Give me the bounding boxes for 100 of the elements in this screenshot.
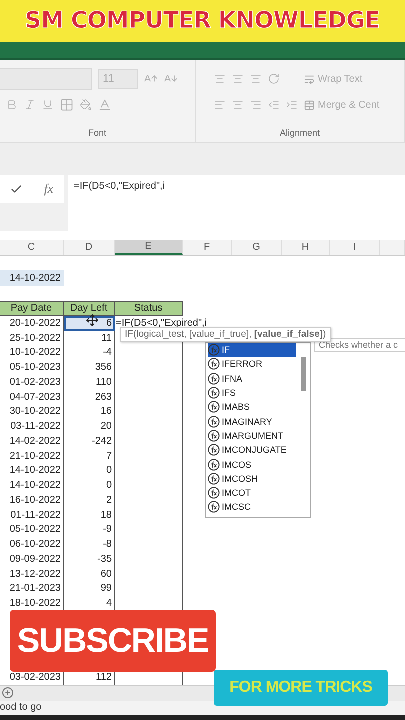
fill-color-icon[interactable] [80,99,92,111]
function-list-item[interactable]: IMCOS [208,457,296,472]
more-tricks-overlay: FOR MORE TRICKS [214,670,388,706]
pay-date-cell: 16-10-2022 [0,493,64,508]
function-icon [208,358,220,370]
function-icon [208,444,220,456]
enter-check-icon[interactable] [10,182,24,196]
day-left-cell: -8 [64,537,115,552]
pay-date-cell: 13-12-2022 [0,566,64,582]
add-sheet-icon[interactable] [2,687,14,700]
day-left-cell: -4 [64,346,115,360]
column-header[interactable]: G [232,240,282,255]
pay-date-cell: 06-10-2022 [0,537,64,552]
table-header: Status [115,301,183,316]
day-left-cell: 263 [64,390,115,404]
pay-date-cell: 21-01-2023 [0,582,64,596]
day-left-cell: 0 [64,464,115,478]
function-list-item[interactable]: IF [208,343,296,358]
function-icon [208,487,220,500]
group-label: Alignment [280,128,320,138]
pay-date-cell: 09-09-2022 [0,552,64,567]
function-icon [208,372,220,385]
pay-date-cell: 05-10-2023 [0,360,64,375]
pay-date-cell: 04-07-2023 [0,390,64,404]
banner-title: SM COMPUTER KNOWLEDGE [25,8,380,34]
function-list-item[interactable]: IMAGINARY [208,414,296,429]
column-header[interactable]: E [115,240,183,255]
function-list-item[interactable]: IMCSC [208,500,296,515]
font-color-icon[interactable] [98,98,112,112]
pay-date-cell: 03-11-2022 [0,419,64,434]
formula-field[interactable]: =IF(D5<0,"Expired",i [68,175,405,231]
day-left-cell: 0 [64,478,115,493]
function-icon [208,387,220,400]
day-left-cell: 7 [64,448,115,464]
day-left-cell: 356 [64,360,115,375]
pay-date-cell: 10-10-2022 [0,346,64,360]
pay-date-cell: 30-10-2022 [0,404,64,420]
day-left-cell: 20 [64,419,115,434]
date-cell: 14-10-2022 [0,270,64,286]
day-left-cell: -242 [64,434,115,449]
bold-icon[interactable] [6,99,18,111]
function-icon [208,501,220,514]
pay-date-cell: 05-10-2022 [0,522,64,538]
table-header: Day Left [64,301,115,316]
function-list-item[interactable]: IMCOT [208,486,296,500]
day-left-cell: -35 [64,552,115,567]
align-middle-icon[interactable] [232,73,244,85]
day-left-cell: -9 [64,522,115,538]
column-header[interactable]: F [183,240,232,255]
day-left-cell: 18 [64,508,115,522]
day-left-cell: 11 [64,330,115,346]
function-list-item[interactable]: IMARGUMENT [208,428,296,444]
pay-date-cell: 14-10-2022 [0,478,64,493]
function-description: Checks whether a c [314,338,405,352]
align-left-icon[interactable] [214,99,226,111]
wrap-text-icon [304,74,315,84]
merge-cells-icon [304,100,315,110]
day-left-cell: 110 [64,375,115,390]
italic-icon[interactable] [24,99,36,111]
function-list-item[interactable]: IMCONJUGATE [208,443,296,458]
function-list-item[interactable]: IFERROR [208,357,296,372]
function-list-item[interactable]: IMCOSH [208,472,296,486]
table-header: Pay Date [0,301,64,316]
decrease-indent-icon[interactable] [268,99,280,111]
pay-date-cell: 01-11-2022 [0,508,64,522]
function-list-item[interactable]: IMABS [208,400,296,414]
function-icon [208,401,220,414]
function-icon [208,458,220,471]
insert-function-button[interactable]: fx [44,181,54,197]
function-list-item[interactable]: IFS [208,386,296,400]
day-left-cell: 16 [64,404,115,420]
pay-date-cell: 21-10-2022 [0,448,64,464]
function-icon [208,344,220,356]
borders-icon[interactable] [60,98,74,112]
align-right-icon[interactable] [250,99,262,111]
column-header[interactable]: C [0,240,64,255]
font-name-field[interactable] [0,68,92,90]
align-top-icon[interactable] [214,73,226,85]
scrollbar-thumb[interactable] [301,357,306,391]
day-left-cell: 60 [64,566,115,582]
group-label: Font [88,128,106,138]
align-center-icon[interactable] [232,99,244,111]
day-left-cell: 2 [64,493,115,508]
underline-icon[interactable] [42,99,54,111]
function-icon [208,472,220,485]
align-bottom-icon[interactable] [250,73,262,85]
pay-date-cell: 14-02-2022 [0,434,64,449]
day-left-cell: 99 [64,582,115,596]
function-list-item[interactable]: IFNA [208,372,296,386]
move-cursor-icon [86,314,99,327]
orientation-icon[interactable] [268,73,280,85]
pay-date-cell: 25-10-2022 [0,330,64,346]
column-header[interactable]: H [282,240,330,255]
subscribe-overlay: SUBSCRIBE [10,610,216,672]
function-tooltip: IF(logical_test, [value_if_true], [value_if_false]) [120,327,332,342]
day-left-cell[interactable]: 6 [64,316,115,331]
column-header[interactable]: I [330,240,380,255]
pay-date-cell: 01-02-2023 [0,375,64,390]
function-icon [208,416,220,428]
increase-indent-icon[interactable] [286,99,298,111]
